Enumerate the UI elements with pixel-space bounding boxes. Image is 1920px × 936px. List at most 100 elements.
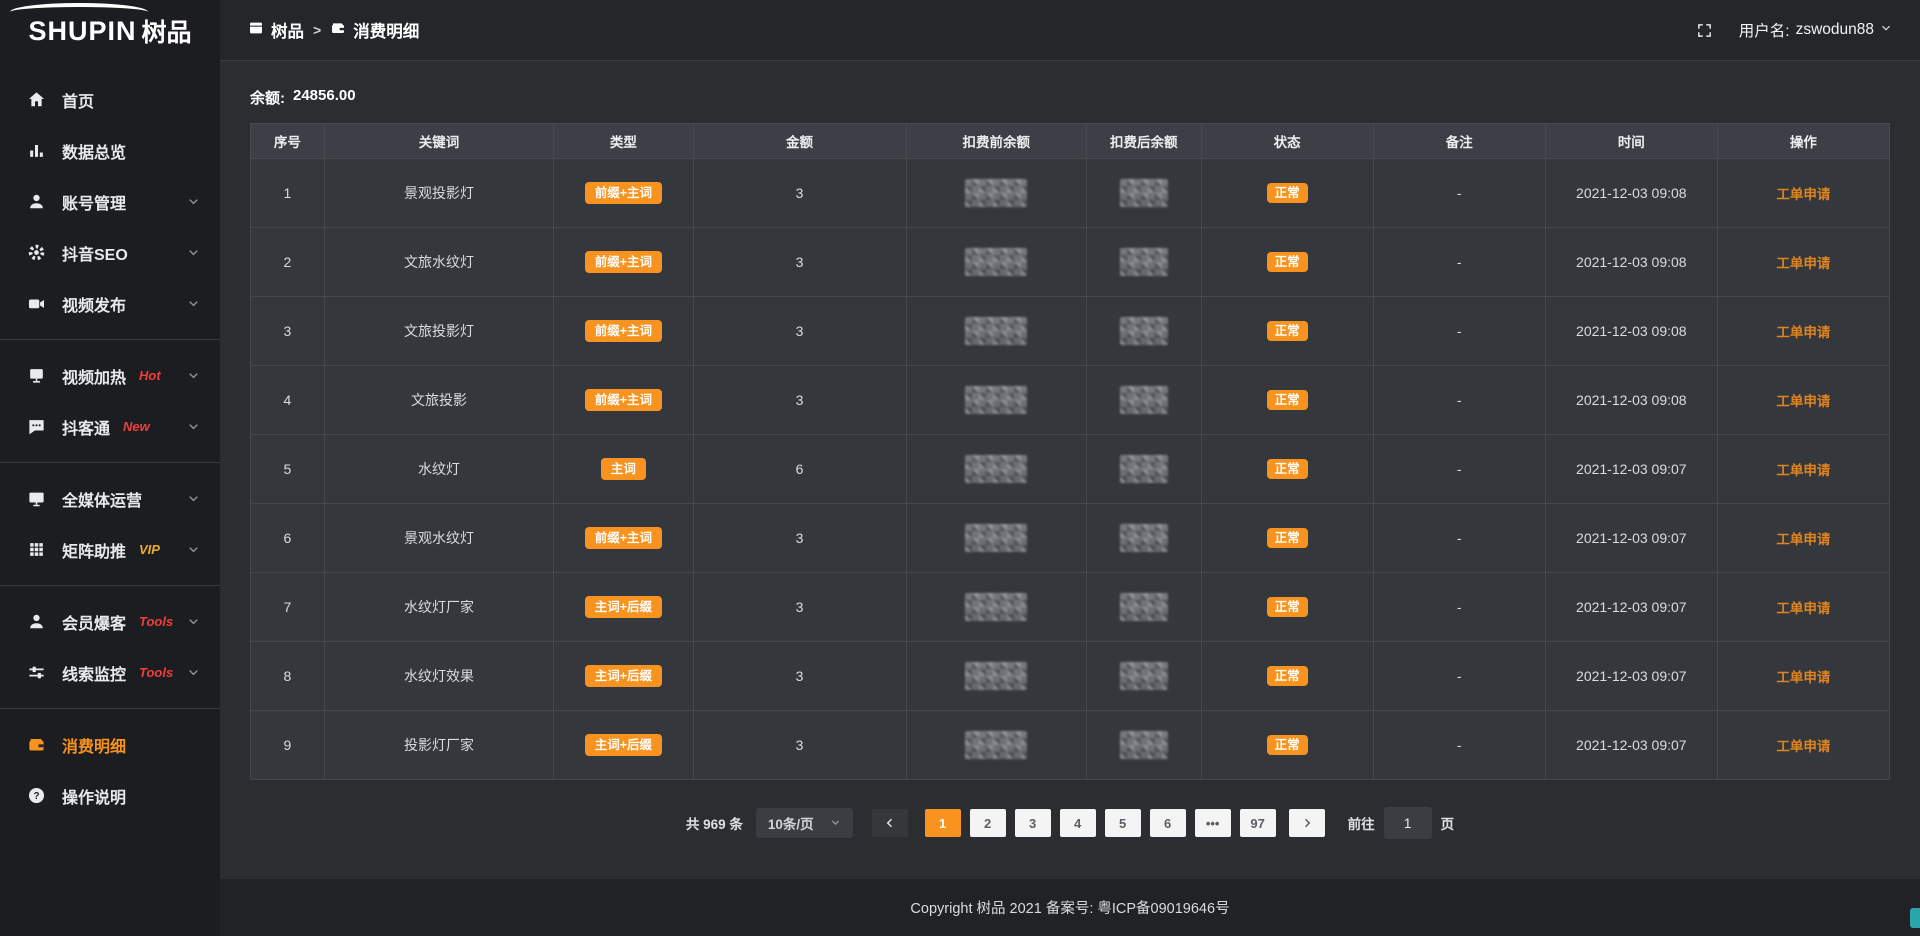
logo-arc-decoration [10,3,148,21]
bar-chart-icon [26,141,46,161]
sidebar-item-data-overview[interactable]: 数据总览 [0,125,220,176]
work-order-apply-link[interactable]: 工单申请 [1776,670,1830,685]
cell-type: 主词 [554,435,693,504]
pagination: 共 969 条10条/页123456•••97前往页 [250,807,1890,839]
status-badge: 正常 [1267,183,1308,204]
sidebar-item-media-operation[interactable]: 全媒体运营 [0,473,220,524]
blurred-value [1120,524,1168,552]
cell-time: 2021-12-03 09:08 [1545,228,1717,297]
username-label: 用户名: [1739,19,1790,41]
app-root: SHUPIN 树品 首页数据总览账号管理抖音SEO视频发布视频加热Hot抖客通N… [0,0,1920,936]
breadcrumb-item[interactable]: 消费明细 [330,18,419,42]
status-badge: 正常 [1267,735,1308,756]
cell-type: 主词+后缀 [554,642,693,711]
user-dropdown[interactable]: 用户名: zswodun88 [1739,19,1892,41]
breadcrumb-item[interactable]: 树品 [248,18,304,42]
cell-remark: - [1373,159,1545,228]
breadcrumb-label: 树品 [271,18,304,42]
chevron-down-icon [187,615,200,628]
sidebar-item-home[interactable]: 首页 [0,74,220,125]
work-order-apply-link[interactable]: 工单申请 [1776,187,1830,202]
page-ellipsis-button[interactable]: ••• [1195,809,1231,837]
sidebar-item-video-heat[interactable]: 视频加热Hot [0,350,220,401]
sidebar-item-matrix-boost[interactable]: 矩阵助推VIP [0,524,220,575]
work-order-apply-link[interactable]: 工单申请 [1776,394,1830,409]
cell-amount: 3 [693,366,906,435]
cell-action: 工单申请 [1717,504,1889,573]
main-column: 树品>消费明细 用户名: zswodun88 余额: 24856.00 [220,0,1920,936]
cell-time: 2021-12-03 09:07 [1545,504,1717,573]
wallet-icon [330,20,346,41]
blurred-value [1120,386,1168,414]
cell-action: 工单申请 [1717,159,1889,228]
status-badge: 正常 [1267,597,1308,618]
cell-no: 3 [251,297,325,366]
sidebar-item-member-baoke[interactable]: 会员爆客Tools [0,596,220,647]
chevron-down-icon [187,492,200,505]
column-header-status: 状态 [1201,124,1373,159]
prev-page-button[interactable] [872,809,908,837]
page-size-select[interactable]: 10条/页 [756,808,853,838]
type-badge: 前缀+主词 [585,527,662,550]
sidebar-item-consume-detail[interactable]: 消费明细 [0,719,220,770]
app-logo[interactable]: SHUPIN 树品 [0,0,220,62]
column-header-amount: 金额 [693,124,906,159]
user-area: 用户名: zswodun88 [1696,19,1892,41]
cell-balance-after [1086,435,1201,504]
cell-action: 工单申请 [1717,573,1889,642]
fullscreen-icon[interactable] [1696,22,1713,39]
table-header: 序号关键词类型金额扣费前余额扣费后余额状态备注时间操作 [251,124,1890,159]
cell-no: 4 [251,366,325,435]
cell-status: 正常 [1201,366,1373,435]
page-button-2[interactable]: 2 [970,809,1006,837]
work-order-apply-link[interactable]: 工单申请 [1776,739,1830,754]
cell-time: 2021-12-03 09:07 [1545,711,1717,780]
chat-widget-sliver[interactable] [1910,908,1920,928]
page-button-3[interactable]: 3 [1015,809,1051,837]
page-button-4[interactable]: 4 [1060,809,1096,837]
cell-type: 前缀+主词 [554,504,693,573]
page-button-1[interactable]: 1 [925,809,961,837]
sidebar-item-douketong[interactable]: 抖客通New [0,401,220,452]
consumption-table: 序号关键词类型金额扣费前余额扣费后余额状态备注时间操作 1景观投影灯前缀+主词3… [250,123,1890,780]
sidebar-item-clue-monitor[interactable]: 线索监控Tools [0,647,220,698]
sidebar-item-label: 消费明细 [62,733,126,757]
sidebar-item-label: 首页 [62,88,94,112]
blurred-value [965,317,1027,345]
sidebar-item-video-publish[interactable]: 视频发布 [0,278,220,329]
chat-bubble-icon [26,417,46,437]
goto-page-input[interactable] [1384,807,1432,839]
sidebar-item-tag: New [123,419,150,434]
work-order-apply-link[interactable]: 工单申请 [1776,601,1830,616]
page-button-5[interactable]: 5 [1105,809,1141,837]
sidebar-item-help[interactable]: ?操作说明 [0,770,220,821]
blurred-value [965,248,1027,276]
cell-remark: - [1373,642,1545,711]
cell-amount: 3 [693,159,906,228]
work-order-apply-link[interactable]: 工单申请 [1776,463,1830,478]
type-badge: 前缀+主词 [585,320,662,343]
sidebar-item-account-manage[interactable]: 账号管理 [0,176,220,227]
cell-keyword: 文旅投影灯 [324,297,553,366]
cell-keyword: 水纹灯厂家 [324,573,553,642]
video-camera-icon [26,294,46,314]
next-page-button[interactable] [1289,809,1325,837]
cell-keyword: 文旅投影 [324,366,553,435]
balance-label: 余额: [250,87,285,108]
blurred-value [965,455,1027,483]
blurred-value [1120,593,1168,621]
cell-balance-before [906,642,1086,711]
cell-status: 正常 [1201,573,1373,642]
page-button-6[interactable]: 6 [1150,809,1186,837]
work-order-apply-link[interactable]: 工单申请 [1776,256,1830,271]
sidebar-item-douyin-seo[interactable]: 抖音SEO [0,227,220,278]
work-order-apply-link[interactable]: 工单申请 [1776,532,1830,547]
cell-remark: - [1373,711,1545,780]
grid-icon [26,540,46,560]
cell-type: 前缀+主词 [554,228,693,297]
table-row: 8水纹灯效果主词+后缀3正常-2021-12-03 09:07工单申请 [251,642,1890,711]
page-button-97[interactable]: 97 [1240,809,1276,837]
cell-amount: 3 [693,573,906,642]
cell-action: 工单申请 [1717,366,1889,435]
work-order-apply-link[interactable]: 工单申请 [1776,325,1830,340]
